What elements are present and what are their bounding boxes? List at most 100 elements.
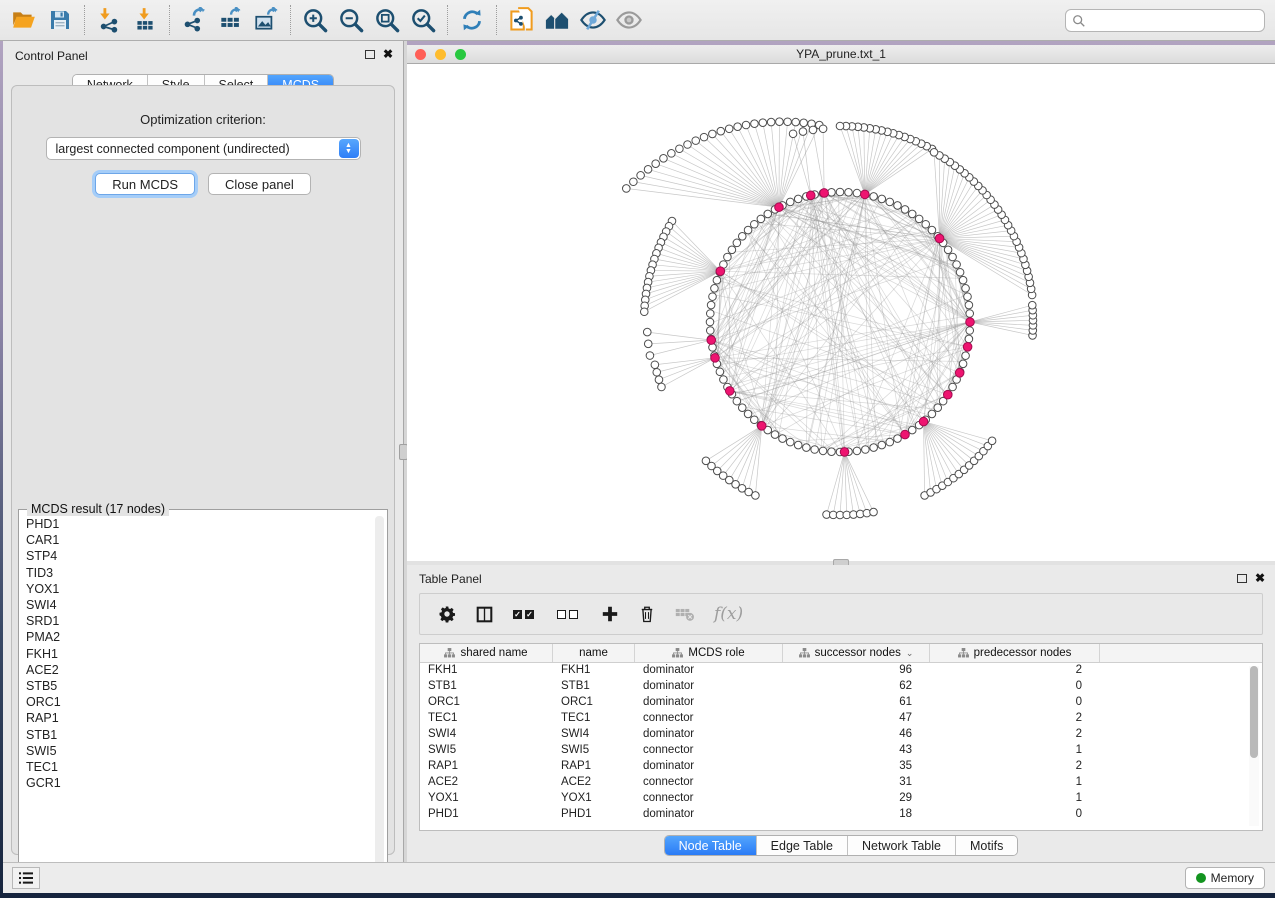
cell-mcds_role[interactable]: dominator [635, 663, 783, 679]
mcds-result-item[interactable]: SWI5 [20, 743, 365, 759]
home-button[interactable] [540, 4, 574, 36]
cell-predecessor_nodes[interactable]: 1 [930, 743, 1100, 759]
import-table-button[interactable] [128, 4, 162, 36]
cell-mcds_role[interactable]: dominator [635, 679, 783, 695]
cell-shared_name[interactable]: ACE2 [420, 775, 553, 791]
cell-predecessor_nodes[interactable]: 0 [930, 679, 1100, 695]
column-header-name[interactable]: name [553, 644, 635, 662]
cell-predecessor_nodes[interactable]: 2 [930, 663, 1100, 679]
save-session-button[interactable] [43, 4, 77, 36]
mcds-result-item[interactable]: ORC1 [20, 694, 365, 710]
cell-predecessor_nodes[interactable]: 0 [930, 807, 1100, 823]
cell-successor_nodes[interactable]: 62 [783, 679, 930, 695]
maximize-window-icon[interactable] [455, 49, 466, 60]
close-table-panel-icon[interactable]: ✖ [1255, 573, 1265, 583]
mcds-result-item[interactable]: CAR1 [20, 532, 365, 548]
mcds-result-item[interactable]: PHD1 [20, 516, 365, 532]
cell-successor_nodes[interactable]: 35 [783, 759, 930, 775]
share-document-button[interactable] [504, 4, 538, 36]
cell-mcds_role[interactable]: dominator [635, 807, 783, 823]
table-row[interactable]: SWI5SWI5connector431 [420, 743, 1262, 759]
zoom-selected-button[interactable] [406, 4, 440, 36]
float-table-panel-icon[interactable] [1237, 574, 1247, 583]
network-titlebar[interactable]: YPA_prune.txt_1 [407, 45, 1275, 64]
cell-successor_nodes[interactable]: 96 [783, 663, 930, 679]
table-row[interactable]: STB1STB1dominator620 [420, 679, 1262, 695]
export-network-button[interactable] [177, 4, 211, 36]
mcds-result-item[interactable]: STB1 [20, 726, 365, 742]
mcds-result-item[interactable]: STP4 [20, 548, 365, 564]
result-list-scrollbar[interactable] [375, 516, 384, 872]
cell-shared_name[interactable]: FKH1 [420, 663, 553, 679]
cell-name[interactable]: YOX1 [553, 791, 635, 807]
tab-network-table[interactable]: Network Table [848, 836, 956, 855]
mcds-result-item[interactable]: ACE2 [20, 662, 365, 678]
minimize-window-icon[interactable] [435, 49, 446, 60]
float-panel-icon[interactable] [365, 50, 375, 59]
cell-name[interactable]: STB1 [553, 679, 635, 695]
cell-shared_name[interactable]: YOX1 [420, 791, 553, 807]
mcds-result-item[interactable]: TID3 [20, 565, 365, 581]
create-column-button[interactable] [601, 605, 619, 623]
cell-predecessor_nodes[interactable]: 0 [930, 695, 1100, 711]
cell-mcds_role[interactable]: dominator [635, 695, 783, 711]
column-header-predecessor-nodes[interactable]: predecessor nodes [930, 644, 1100, 662]
table-row[interactable]: PHD1PHD1dominator180 [420, 807, 1262, 823]
column-header-successor-nodes[interactable]: successor nodes⌄ [783, 644, 930, 662]
table-row[interactable]: RAP1RAP1dominator352 [420, 759, 1262, 775]
tab-node-table[interactable]: Node Table [665, 836, 757, 855]
cell-successor_nodes[interactable]: 61 [783, 695, 930, 711]
task-history-button[interactable] [12, 867, 40, 889]
cell-name[interactable]: FKH1 [553, 663, 635, 679]
cell-successor_nodes[interactable]: 18 [783, 807, 930, 823]
cell-shared_name[interactable]: RAP1 [420, 759, 553, 775]
close-panel-button[interactable]: Close panel [208, 173, 311, 195]
search-input[interactable] [1086, 12, 1258, 30]
cell-shared_name[interactable]: ORC1 [420, 695, 553, 711]
select-all-columns-button[interactable]: ✓✓ [513, 610, 537, 619]
cell-mcds_role[interactable]: dominator [635, 727, 783, 743]
cell-name[interactable]: RAP1 [553, 759, 635, 775]
cell-successor_nodes[interactable]: 43 [783, 743, 930, 759]
mcds-result-item[interactable]: GCR1 [20, 775, 365, 791]
column-header-shared-name[interactable]: shared name [420, 644, 553, 662]
cell-predecessor_nodes[interactable]: 2 [930, 711, 1100, 727]
network-graph[interactable] [407, 64, 1275, 561]
cell-mcds_role[interactable]: dominator [635, 759, 783, 775]
mcds-result-item[interactable]: TEC1 [20, 759, 365, 775]
close-panel-icon[interactable]: ✖ [383, 49, 393, 59]
cell-successor_nodes[interactable]: 29 [783, 791, 930, 807]
mcds-result-item[interactable]: PMA2 [20, 629, 365, 645]
mcds-result-item[interactable]: SRD1 [20, 613, 365, 629]
mcds-result-item[interactable]: FKH1 [20, 646, 365, 662]
table-row[interactable]: YOX1YOX1connector291 [420, 791, 1262, 807]
table-row[interactable]: ACE2ACE2connector311 [420, 775, 1262, 791]
zoom-out-button[interactable] [334, 4, 368, 36]
mcds-result-item[interactable]: SWI4 [20, 597, 365, 613]
mcds-result-item[interactable]: STB5 [20, 678, 365, 694]
cell-name[interactable]: SWI5 [553, 743, 635, 759]
memory-button[interactable]: Memory [1185, 867, 1265, 889]
cell-predecessor_nodes[interactable]: 2 [930, 759, 1100, 775]
cell-name[interactable]: ACE2 [553, 775, 635, 791]
hide-panel-button[interactable] [576, 4, 610, 36]
run-mcds-button[interactable]: Run MCDS [95, 173, 195, 195]
cell-mcds_role[interactable]: connector [635, 775, 783, 791]
table-settings-button[interactable] [438, 605, 456, 623]
cell-shared_name[interactable]: PHD1 [420, 807, 553, 823]
cell-name[interactable]: TEC1 [553, 711, 635, 727]
criterion-dropdown[interactable]: largest connected component (undirected)… [46, 137, 361, 160]
table-row[interactable]: FKH1FKH1dominator962 [420, 663, 1262, 679]
cell-name[interactable]: ORC1 [553, 695, 635, 711]
cell-shared_name[interactable]: SWI4 [420, 727, 553, 743]
mcds-result-item[interactable]: YOX1 [20, 581, 365, 597]
mcds-result-item[interactable]: RAP1 [20, 710, 365, 726]
table-scrollbar[interactable] [1249, 666, 1259, 826]
show-panel-button[interactable] [612, 4, 646, 36]
show-column-panel-button[interactable] [476, 606, 493, 623]
cell-mcds_role[interactable]: connector [635, 711, 783, 727]
cell-mcds_role[interactable]: connector [635, 743, 783, 759]
tab-edge-table[interactable]: Edge Table [757, 836, 848, 855]
cell-name[interactable]: PHD1 [553, 807, 635, 823]
delete-column-button[interactable] [639, 605, 655, 623]
